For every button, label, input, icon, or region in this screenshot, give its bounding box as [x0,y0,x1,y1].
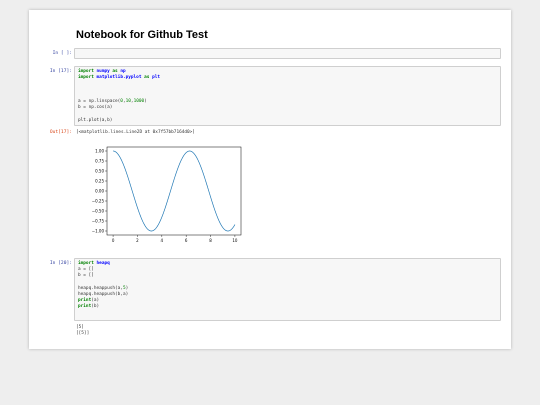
line-chart: 0 2 4 6 8 10 1.00 0.75 0.50 0.25 0.00 −0.25 −0.50 −0.… [92,146,242,243]
axes-frame [106,146,242,236]
y-tick-label: 0.00 [95,188,104,193]
code-line: import heapq [78,261,110,266]
notebook-page: Notebook for Github Test In [ ]: In [17]… [29,10,511,349]
output-text-17: [<matplotlib.lines.Line2D at 0x7f57bb716… [76,130,195,135]
input-prompt-empty: In [ ]: [52,51,72,56]
input-prompt-20: In [20]: [49,261,72,266]
output-line: [5] [76,325,84,330]
y-tick-label: −0.25 [92,198,105,203]
code-cell-20[interactable]: import heapq a = [] b = [] heapq.heappus… [74,258,501,321]
code-line: heapq.heappush(b,a) [78,292,129,297]
code-line: b = [] [78,273,94,278]
code-cell-empty[interactable] [74,48,501,59]
notebook-title: Notebook for Github Test [76,29,208,41]
code-line: print(b) [78,304,100,309]
y-tick-label: −0.50 [92,208,105,213]
input-prompt-17: In [17]: [49,69,72,74]
x-tick-label: 6 [185,238,188,243]
y-tick-label: 0.75 [95,158,104,163]
code-cell-17[interactable]: import numpy as np import matplotlib.pyp… [74,66,501,126]
series-line [113,150,236,232]
y-tick-label: −0.75 [92,218,105,223]
x-tick-label: 4 [161,238,164,243]
x-tick-label: 0 [112,238,115,243]
code-line: a = np.linspace(0,10,1000) [78,99,147,104]
x-tick-label: 8 [209,238,212,243]
y-tick-label: −1.00 [92,228,105,233]
code-line: import numpy as np [78,69,126,74]
y-tick-label: 1.00 [95,148,104,153]
output-prompt-17: Out[17]: [49,130,72,135]
code-line: heapq.heappush(a,5) [78,286,129,291]
y-tick-label: 0.50 [95,168,104,173]
y-tick-label: 0.25 [95,178,104,183]
code-line: a = [] [78,267,94,272]
code-line: plt.plot(a,b) [78,118,113,123]
code-line: print(a) [78,298,100,303]
code-line: import matplotlib.pyplot as plt [78,75,161,80]
code-line: b = np.cos(a) [78,105,113,110]
output-line: [[5]] [76,331,90,336]
x-tick-label: 2 [136,238,139,243]
x-tick-label: 10 [232,238,238,243]
